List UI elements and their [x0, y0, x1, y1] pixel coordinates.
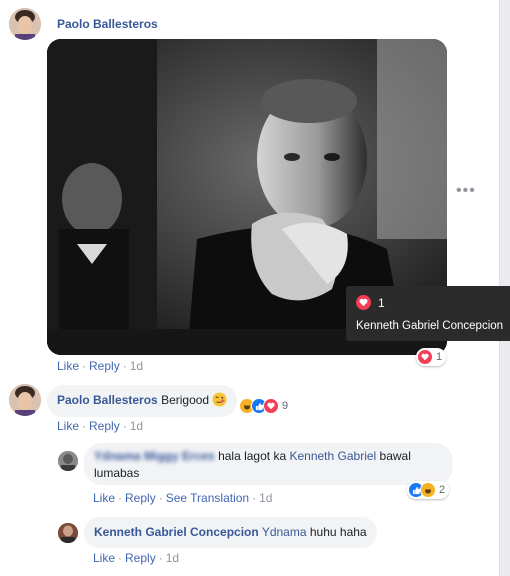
post-reaction-badge[interactable]: 1 — [416, 348, 447, 366]
timestamp[interactable]: 1d — [130, 419, 143, 433]
see-translation-link[interactable]: See Translation — [166, 491, 249, 505]
reaction-tooltip: 1 Kenneth Gabriel Concepcion — [346, 286, 510, 341]
reply-text: hala lagot ka — [218, 449, 287, 463]
love-icon — [356, 295, 371, 310]
comment-author-name[interactable]: Paolo Ballesteros — [57, 393, 158, 407]
reply-text-line2: lumabas — [94, 466, 140, 480]
haha-icon — [420, 482, 436, 498]
reply-author-avatar[interactable] — [58, 451, 78, 471]
timestamp[interactable]: 1d — [130, 359, 143, 373]
reply-link[interactable]: Reply — [125, 551, 156, 565]
like-link[interactable]: Like — [57, 419, 79, 433]
post-author-name[interactable]: Paolo Ballesteros — [57, 17, 158, 31]
post-author-avatar[interactable] — [9, 8, 41, 40]
reply-link[interactable]: Reply — [125, 491, 156, 505]
reaction-count: 2 — [439, 484, 446, 496]
reply-bubble: Ydnama Miggy Erces hala lagot ka Kenneth… — [84, 443, 453, 485]
reply-author-name[interactable]: Kenneth Gabriel Concepcion — [94, 525, 259, 539]
timestamp[interactable]: 1d — [166, 551, 179, 565]
wink-emoji — [212, 392, 227, 407]
reaction-count: 1 — [436, 351, 443, 363]
comment-text: Berigood — [161, 393, 210, 407]
like-link[interactable]: Like — [93, 491, 115, 505]
comment-reaction-badge[interactable]: 9 — [238, 397, 292, 415]
love-icon — [263, 398, 279, 414]
comment-actions: Like · Reply · 1d — [57, 419, 144, 433]
reply-link[interactable]: Reply — [89, 359, 120, 373]
reply-reaction-badge[interactable]: 2 — [407, 481, 450, 499]
reply-bubble: Kenneth Gabriel Concepcion Ydnama huhu h… — [84, 517, 377, 548]
mention-link[interactable]: Ydnama — [262, 525, 307, 539]
reply-text: huhu haha — [309, 525, 367, 539]
like-link[interactable]: Like — [93, 551, 115, 565]
post-actions: Like · Reply · 1d — [57, 359, 144, 373]
tooltip-count: 1 — [378, 295, 385, 310]
reply-link[interactable]: Reply — [89, 419, 120, 433]
tooltip-names: Kenneth Gabriel Concepcion — [356, 320, 504, 332]
love-icon — [417, 349, 433, 365]
reaction-count: 9 — [282, 400, 289, 412]
mention-link[interactable]: Kenneth Gabriel — [289, 449, 376, 463]
reply-text-after: bawal — [379, 449, 411, 463]
reply-author-avatar[interactable] — [58, 523, 78, 543]
like-link[interactable]: Like — [57, 359, 79, 373]
comment-bubble: Paolo Ballesteros Berigood — [47, 385, 238, 417]
timestamp[interactable]: 1d — [259, 491, 272, 505]
comment-author-avatar[interactable] — [9, 384, 41, 416]
reply-actions: Like · Reply · 1d — [93, 551, 180, 565]
reply-author-name[interactable]: Ydnama Miggy Erces — [94, 449, 215, 463]
more-icon[interactable]: ••• — [456, 183, 476, 199]
reply-actions: Like · Reply · See Translation · 1d — [93, 491, 273, 505]
